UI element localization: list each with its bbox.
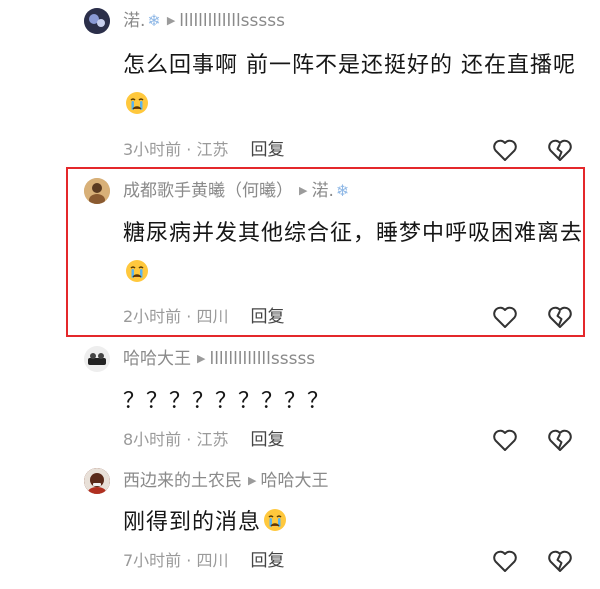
- reply-button[interactable]: 回复: [250, 307, 284, 327]
- comment-text: 刚得到的消息: [123, 510, 262, 535]
- author-name[interactable]: 成都歌手黄曦（何曦）: [123, 181, 293, 201]
- dislike-button[interactable]: [546, 303, 574, 331]
- reply-to-name[interactable]: 渃.: [311, 181, 333, 201]
- avatar[interactable]: [84, 468, 110, 494]
- like-button[interactable]: [491, 303, 519, 331]
- like-button[interactable]: [491, 136, 519, 164]
- avatar[interactable]: [84, 346, 110, 372]
- like-button[interactable]: [491, 547, 519, 575]
- time-location: 3小时前 · 江苏: [123, 140, 229, 159]
- comment-header: 哈哈大王 ▶ lllllllllllllsssss: [123, 347, 315, 371]
- comment-text: 怎么回事啊 前一阵不是还挺好的 还在直播呢: [123, 53, 576, 78]
- comment-text: 糖尿病并发其他综合征，睡梦中呼吸困难离去: [123, 221, 584, 246]
- author-name[interactable]: 哈哈大王: [123, 349, 191, 369]
- reply-to-name[interactable]: 哈哈大王: [260, 471, 328, 491]
- crying-face-emoji: [126, 92, 148, 114]
- reply-to-name[interactable]: lllllllllllllsssss: [179, 11, 285, 31]
- comment-meta: 7小时前 · 四川 回复: [123, 549, 284, 573]
- comment-header: 渃. ❄ ▶ lllllllllllllsssss: [123, 9, 285, 33]
- comment-meta: 8小时前 · 江苏 回复: [123, 428, 284, 452]
- avatar[interactable]: [84, 8, 110, 34]
- reply-button[interactable]: 回复: [250, 140, 284, 160]
- heart-outline-icon: [493, 139, 517, 161]
- dislike-button[interactable]: [546, 426, 574, 454]
- broken-heart-outline-icon: [548, 550, 572, 572]
- caret-right-icon: ▶: [299, 184, 308, 197]
- caret-right-icon: ▶: [197, 352, 206, 365]
- broken-heart-outline-icon: [548, 139, 572, 161]
- reply-button[interactable]: 回复: [250, 551, 284, 571]
- comment-text-block: 糖尿病并发其他综合征，睡梦中呼吸困难离去: [123, 214, 583, 294]
- comment-header: 西边来的土农民 ▶ 哈哈大王: [123, 469, 328, 493]
- snowflake-icon: ❄: [335, 181, 350, 200]
- author-name[interactable]: 渃.: [123, 11, 145, 31]
- reply-button[interactable]: 回复: [250, 430, 284, 450]
- time-location: 7小时前 · 四川: [123, 551, 229, 570]
- crying-face-emoji: [264, 509, 287, 531]
- author-name[interactable]: 西边来的土农民: [123, 471, 242, 491]
- comment-meta: 2小时前 · 四川 回复: [123, 305, 284, 329]
- reply-to-name[interactable]: lllllllllllllsssss: [209, 349, 315, 369]
- comment-text-block: 怎么回事啊 前一阵不是还挺好的 还在直播呢: [123, 46, 583, 126]
- caret-right-icon: ▶: [166, 14, 176, 27]
- comment-text: ？？？？？？？？？: [123, 389, 331, 414]
- time-location: 2小时前 · 四川: [123, 307, 229, 326]
- like-button[interactable]: [491, 426, 519, 454]
- broken-heart-outline-icon: [548, 306, 572, 328]
- heart-outline-icon: [493, 429, 517, 451]
- caret-right-icon: ▶: [248, 474, 257, 487]
- snowflake-icon: ❄: [147, 11, 161, 30]
- comment-text-block: ？？？？？？？？？: [123, 382, 583, 422]
- heart-outline-icon: [493, 550, 517, 572]
- comment-text-block: 刚得到的消息: [123, 503, 583, 543]
- crying-face-emoji: [126, 260, 148, 282]
- dislike-button[interactable]: [546, 547, 574, 575]
- heart-outline-icon: [493, 306, 517, 328]
- avatar[interactable]: [84, 178, 110, 204]
- dislike-button[interactable]: [546, 136, 574, 164]
- broken-heart-outline-icon: [548, 429, 572, 451]
- time-location: 8小时前 · 江苏: [123, 430, 229, 449]
- comment-meta: 3小时前 · 江苏 回复: [123, 138, 284, 162]
- comment-header: 成都歌手黄曦（何曦） ▶ 渃. ❄: [123, 179, 349, 203]
